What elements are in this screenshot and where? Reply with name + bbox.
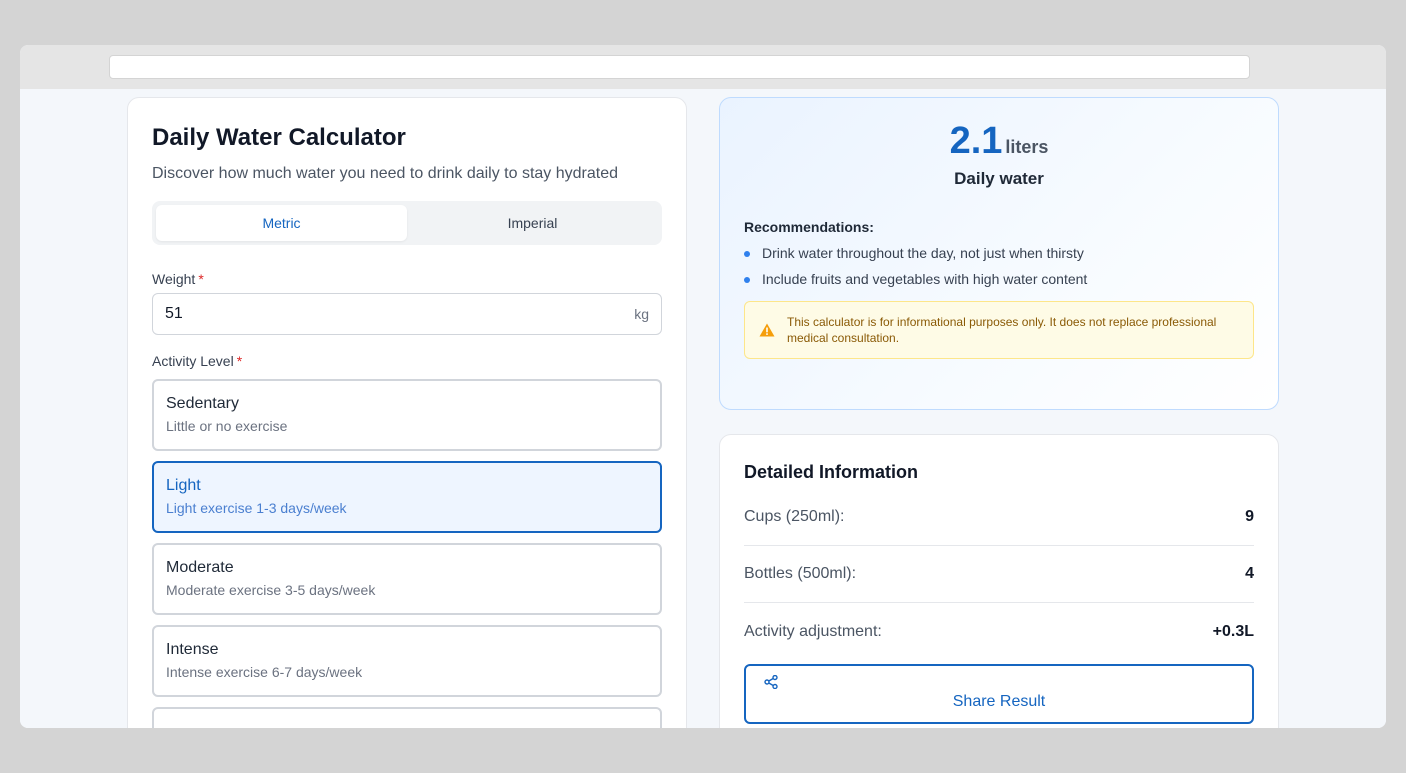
activity-option-moderate[interactable]: Moderate Moderate exercise 3-5 days/week	[152, 543, 662, 615]
weight-label-text: Weight	[152, 271, 196, 287]
result-unit: liters	[1005, 137, 1049, 157]
address-bar[interactable]	[109, 55, 1250, 79]
option-description: Intense exercise 6-7 days/week	[166, 664, 363, 680]
result-amount: 2.1 liters	[744, 120, 1254, 163]
share-result-label: Share Result	[952, 693, 1046, 710]
page-subtitle: Discover how much water you need to drin…	[152, 165, 619, 182]
tab-metric[interactable]: Metric	[156, 205, 407, 241]
result-value: 2.1	[949, 120, 1003, 162]
details-card: Detailed Information Cups (250ml): 9 Bot…	[719, 434, 1279, 728]
details-title: Detailed Information	[744, 462, 919, 482]
option-title: Intense	[166, 641, 219, 658]
disclaimer-text: This calculator is for informational pur…	[787, 315, 1217, 345]
detail-label: Activity adjustment:	[744, 622, 882, 640]
activity-label-text: Activity Level	[152, 353, 234, 369]
unit-toggle: Metric Imperial	[152, 201, 662, 245]
warning-triangle-icon	[759, 323, 775, 337]
option-description: Little or no exercise	[166, 418, 288, 434]
weight-input[interactable]	[165, 305, 635, 323]
tab-imperial[interactable]: Imperial	[407, 205, 658, 241]
detail-row-activity-adjustment: Activity adjustment: +0.3L	[744, 603, 1254, 660]
weight-unit: kg	[634, 306, 649, 322]
weight-field: kg	[152, 293, 662, 335]
option-description: Moderate exercise 3-5 days/week	[166, 582, 376, 598]
required-mark: *	[198, 271, 204, 287]
activity-option-intense[interactable]: Intense Intense exercise 6-7 days/week	[152, 625, 662, 697]
detail-value: 9	[1245, 508, 1254, 525]
activity-option-sedentary[interactable]: Sedentary Little or no exercise	[152, 379, 662, 451]
disclaimer-box: This calculator is for informational pur…	[744, 301, 1254, 359]
share-result-button[interactable]: Share Result	[744, 664, 1254, 724]
activity-option-more[interactable]	[152, 707, 662, 728]
share-icon	[764, 675, 778, 689]
result-caption: Daily water	[954, 169, 1044, 188]
result-card: 2.1 liters Daily water Recommendations: D…	[719, 97, 1279, 410]
browser-window: Daily Water Calculator Discover how much…	[20, 45, 1386, 728]
required-mark: *	[236, 353, 243, 369]
page-viewport: Daily Water Calculator Discover how much…	[20, 89, 1386, 728]
recommendations-title: Recommendations:	[744, 219, 874, 235]
recommendation-item: Include fruits and vegetables with high …	[744, 271, 1254, 287]
recommendation-item: Drink water throughout the day, not just…	[744, 245, 1254, 261]
weight-label: Weight *	[152, 271, 662, 287]
detail-label: Cups (250ml):	[744, 508, 845, 525]
option-title: Moderate	[166, 559, 234, 576]
recommendations-list: Drink water throughout the day, not just…	[744, 245, 1254, 287]
detail-value: 4	[1245, 565, 1254, 582]
option-description: Light exercise 1-3 days/week	[166, 500, 347, 516]
page-title: Daily Water Calculator	[152, 124, 406, 151]
details-rows: Cups (250ml): 9 Bottles (500ml): 4 Activ…	[744, 489, 1254, 660]
detail-row-bottles: Bottles (500ml): 4	[744, 546, 1254, 603]
detail-label: Bottles (500ml):	[744, 565, 857, 582]
activity-option-light[interactable]: Light Light exercise 1-3 days/week	[152, 461, 662, 533]
option-title: Sedentary	[166, 395, 239, 412]
browser-chrome	[20, 45, 1386, 89]
detail-value: +0.3L	[1212, 622, 1254, 640]
detail-row-cups: Cups (250ml): 9	[744, 489, 1254, 546]
option-title: Light	[166, 477, 201, 494]
calculator-card: Daily Water Calculator Discover how much…	[127, 97, 687, 728]
activity-label: Activity Level *	[152, 353, 662, 369]
